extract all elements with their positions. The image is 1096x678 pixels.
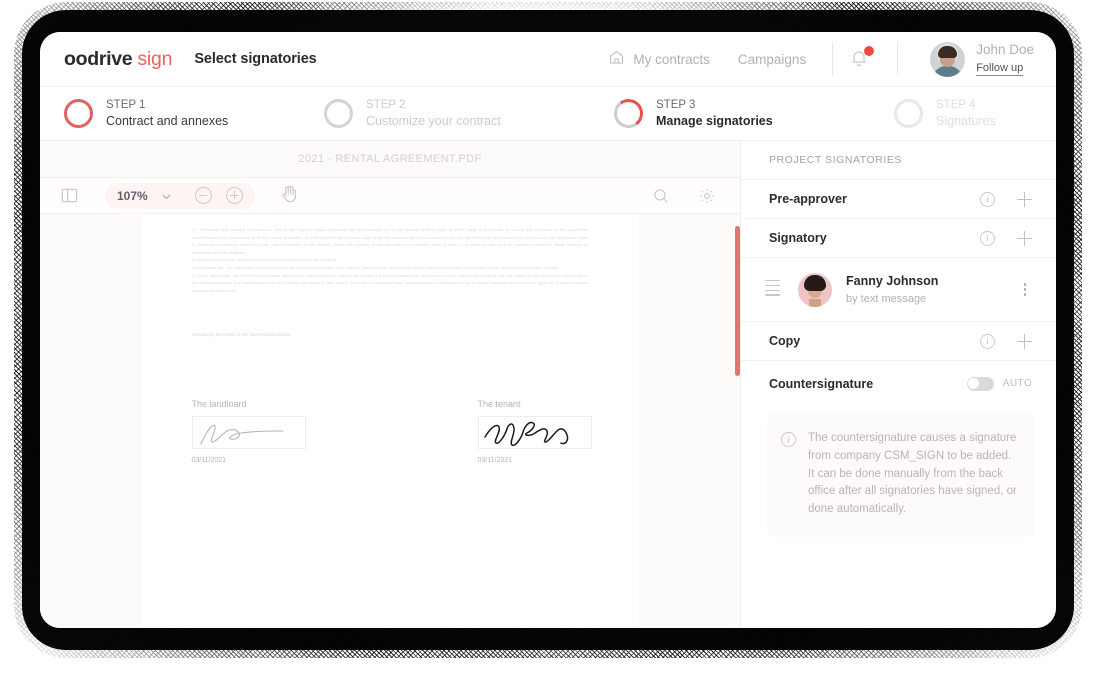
countersignature-info-box: i The countersignature causes a signatur…: [767, 414, 1034, 538]
step-1-label: Contract and annexes: [106, 113, 229, 128]
drag-handle-icon[interactable]: [765, 279, 780, 299]
panel-row-signatory[interactable]: Signatory i: [741, 219, 1056, 258]
info-icon[interactable]: i: [980, 191, 995, 207]
countersignature-row: Countersignature AUTO: [741, 361, 1056, 406]
zoom-in-icon[interactable]: [225, 187, 243, 204]
bell-icon: [849, 51, 869, 72]
home-icon: [608, 49, 625, 69]
signatories-panel: PROJECT SIGNATORIES Pre-approver i Signa…: [740, 141, 1056, 628]
user-name: John Doe: [976, 42, 1034, 58]
panel-row-pre-approver[interactable]: Pre-approver i: [741, 180, 1056, 219]
countersignature-info-text: The countersignature causes a signature …: [808, 432, 1017, 516]
avatar: [930, 41, 966, 77]
step-3[interactable]: STEP 3 Manage signatories: [612, 97, 894, 130]
step-4-indicator: [894, 98, 923, 128]
nav-item-my-contracts-label: My contracts: [633, 51, 710, 67]
page-title: Select signatories: [194, 51, 317, 67]
notification-badge: [864, 46, 875, 56]
signature-date: 03/11/2021: [191, 457, 227, 465]
hand-icon[interactable]: [281, 184, 298, 208]
document-toolbar: 107%: [40, 177, 740, 214]
signature-block-landlord: The landloard 03/11/2021: [191, 399, 306, 465]
info-icon: i: [781, 432, 796, 447]
signature-blocks: The landloard 03/11/2021 The tenant 03/1…: [191, 399, 592, 465]
panel-row-copy[interactable]: Copy i: [741, 322, 1056, 361]
signature-field[interactable]: [191, 416, 306, 450]
document-paragraph: 16. Applicable law. This Agreement will …: [191, 265, 560, 271]
signature-label: The tenant: [477, 399, 521, 410]
nav-divider: [832, 42, 834, 76]
step-4[interactable]: STEP 4 Signatures: [894, 98, 996, 130]
signature-field[interactable]: [477, 416, 592, 450]
panel-row-label: Copy: [769, 334, 801, 348]
document-viewer: 2021 - RENTAL AGREEMENT.PDF 107% 13. Ter…: [40, 141, 740, 628]
list-item[interactable]: Fanny Johnson by text message: [741, 258, 1056, 322]
search-icon[interactable]: [652, 187, 670, 205]
panel-row-label: Signatory: [769, 231, 827, 245]
auto-toggle-label: AUTO: [1002, 378, 1032, 389]
signatory-name: Fanny Johnson: [846, 273, 939, 288]
nav-item-campaigns-label: Campaigns: [737, 51, 807, 67]
add-pre-approver-icon[interactable]: [1017, 191, 1032, 207]
panel-title: PROJECT SIGNATORIES: [741, 141, 1056, 180]
document-execution-line: Executed by the Parties on the dates ind…: [191, 332, 291, 338]
document-name: 2021 - RENTAL AGREEMENT.PDF: [298, 153, 482, 165]
signature-block-tenant: The tenant 03/11/2021: [477, 399, 592, 465]
step-1[interactable]: STEP 1 Contract and annexes: [64, 98, 324, 130]
panel-row-label: Pre-approver: [769, 192, 847, 206]
step-3-key: STEP 3: [656, 98, 696, 111]
avatar: [798, 272, 832, 307]
stepper: STEP 1 Contract and annexes STEP 2 Custo…: [40, 87, 1056, 141]
add-copy-icon[interactable]: [1017, 333, 1032, 349]
step-2-label: Customize your contract: [366, 113, 501, 128]
follow-up-link[interactable]: Follow up: [976, 62, 1024, 76]
step-2[interactable]: STEP 2 Customize your contract: [324, 98, 614, 130]
main-body: 2021 - RENTAL AGREEMENT.PDF 107% 13. Ter…: [40, 141, 1056, 628]
nav-right-group: My contracts Campaigns John Doe Follow u…: [580, 41, 1034, 77]
step-3-indicator: [612, 97, 645, 130]
chevron-down-icon[interactable]: [162, 187, 171, 205]
document-page: 13. Termination and vacating the premise…: [141, 214, 639, 628]
step-2-indicator: [324, 98, 353, 128]
toolbar-right-actions: [652, 187, 716, 205]
auto-countersignature-toggle[interactable]: [966, 376, 994, 391]
document-paragraph: 17. Entire agreement. This Rental Proper…: [191, 272, 589, 293]
document-scrollbar[interactable]: [735, 226, 740, 376]
signature-label: The landloard: [191, 399, 247, 410]
document-paragraph: 14. Additional provisions. Additional pr…: [191, 257, 338, 263]
top-navigation-bar: oodrive sign Select signatories My contr…: [40, 32, 1056, 87]
countersignature-label: Countersignature: [769, 376, 874, 391]
add-signatory-icon[interactable]: [1017, 230, 1032, 246]
signatory-method: by text message: [846, 292, 927, 305]
step-4-key: STEP 4: [936, 98, 976, 111]
logo-text-primary: oodrive: [64, 47, 133, 70]
step-1-key: STEP 1: [106, 98, 146, 111]
step-3-label: Manage signatories: [656, 113, 773, 128]
document-scroll-area[interactable]: 13. Termination and vacating the premise…: [40, 214, 740, 628]
signature-date: 03/11/2021: [477, 457, 513, 465]
app-screen: oodrive sign Select signatories My contr…: [40, 32, 1056, 628]
device-frame: oodrive sign Select signatories My contr…: [14, 2, 1082, 658]
panel-toggle-icon[interactable]: [60, 186, 79, 205]
gear-icon[interactable]: [698, 187, 716, 205]
signature-mark-tenant: [483, 422, 568, 447]
nav-item-campaigns[interactable]: Campaigns: [738, 52, 806, 67]
nav-item-my-contracts[interactable]: My contracts: [608, 49, 710, 69]
step-2-key: STEP 2: [366, 98, 406, 111]
more-options-icon[interactable]: [1018, 283, 1032, 296]
step-4-label: Signatures: [936, 113, 996, 128]
user-divider: [897, 42, 899, 76]
notifications-button[interactable]: [849, 46, 875, 72]
zoom-controls: 107%: [105, 182, 255, 209]
app-logo[interactable]: oodrive sign: [64, 47, 173, 71]
signature-mark-landlord: [199, 425, 284, 446]
info-icon[interactable]: i: [980, 333, 995, 349]
info-icon[interactable]: i: [980, 230, 995, 246]
logo-text-accent: sign: [137, 47, 173, 70]
user-menu[interactable]: John Doe Follow up: [930, 41, 1034, 77]
document-paragraph: 13. Termination and vacating the premise…: [191, 227, 589, 255]
zoom-out-icon[interactable]: [194, 187, 212, 204]
zoom-level-value[interactable]: 107%: [117, 189, 148, 203]
step-1-indicator: [64, 98, 93, 128]
